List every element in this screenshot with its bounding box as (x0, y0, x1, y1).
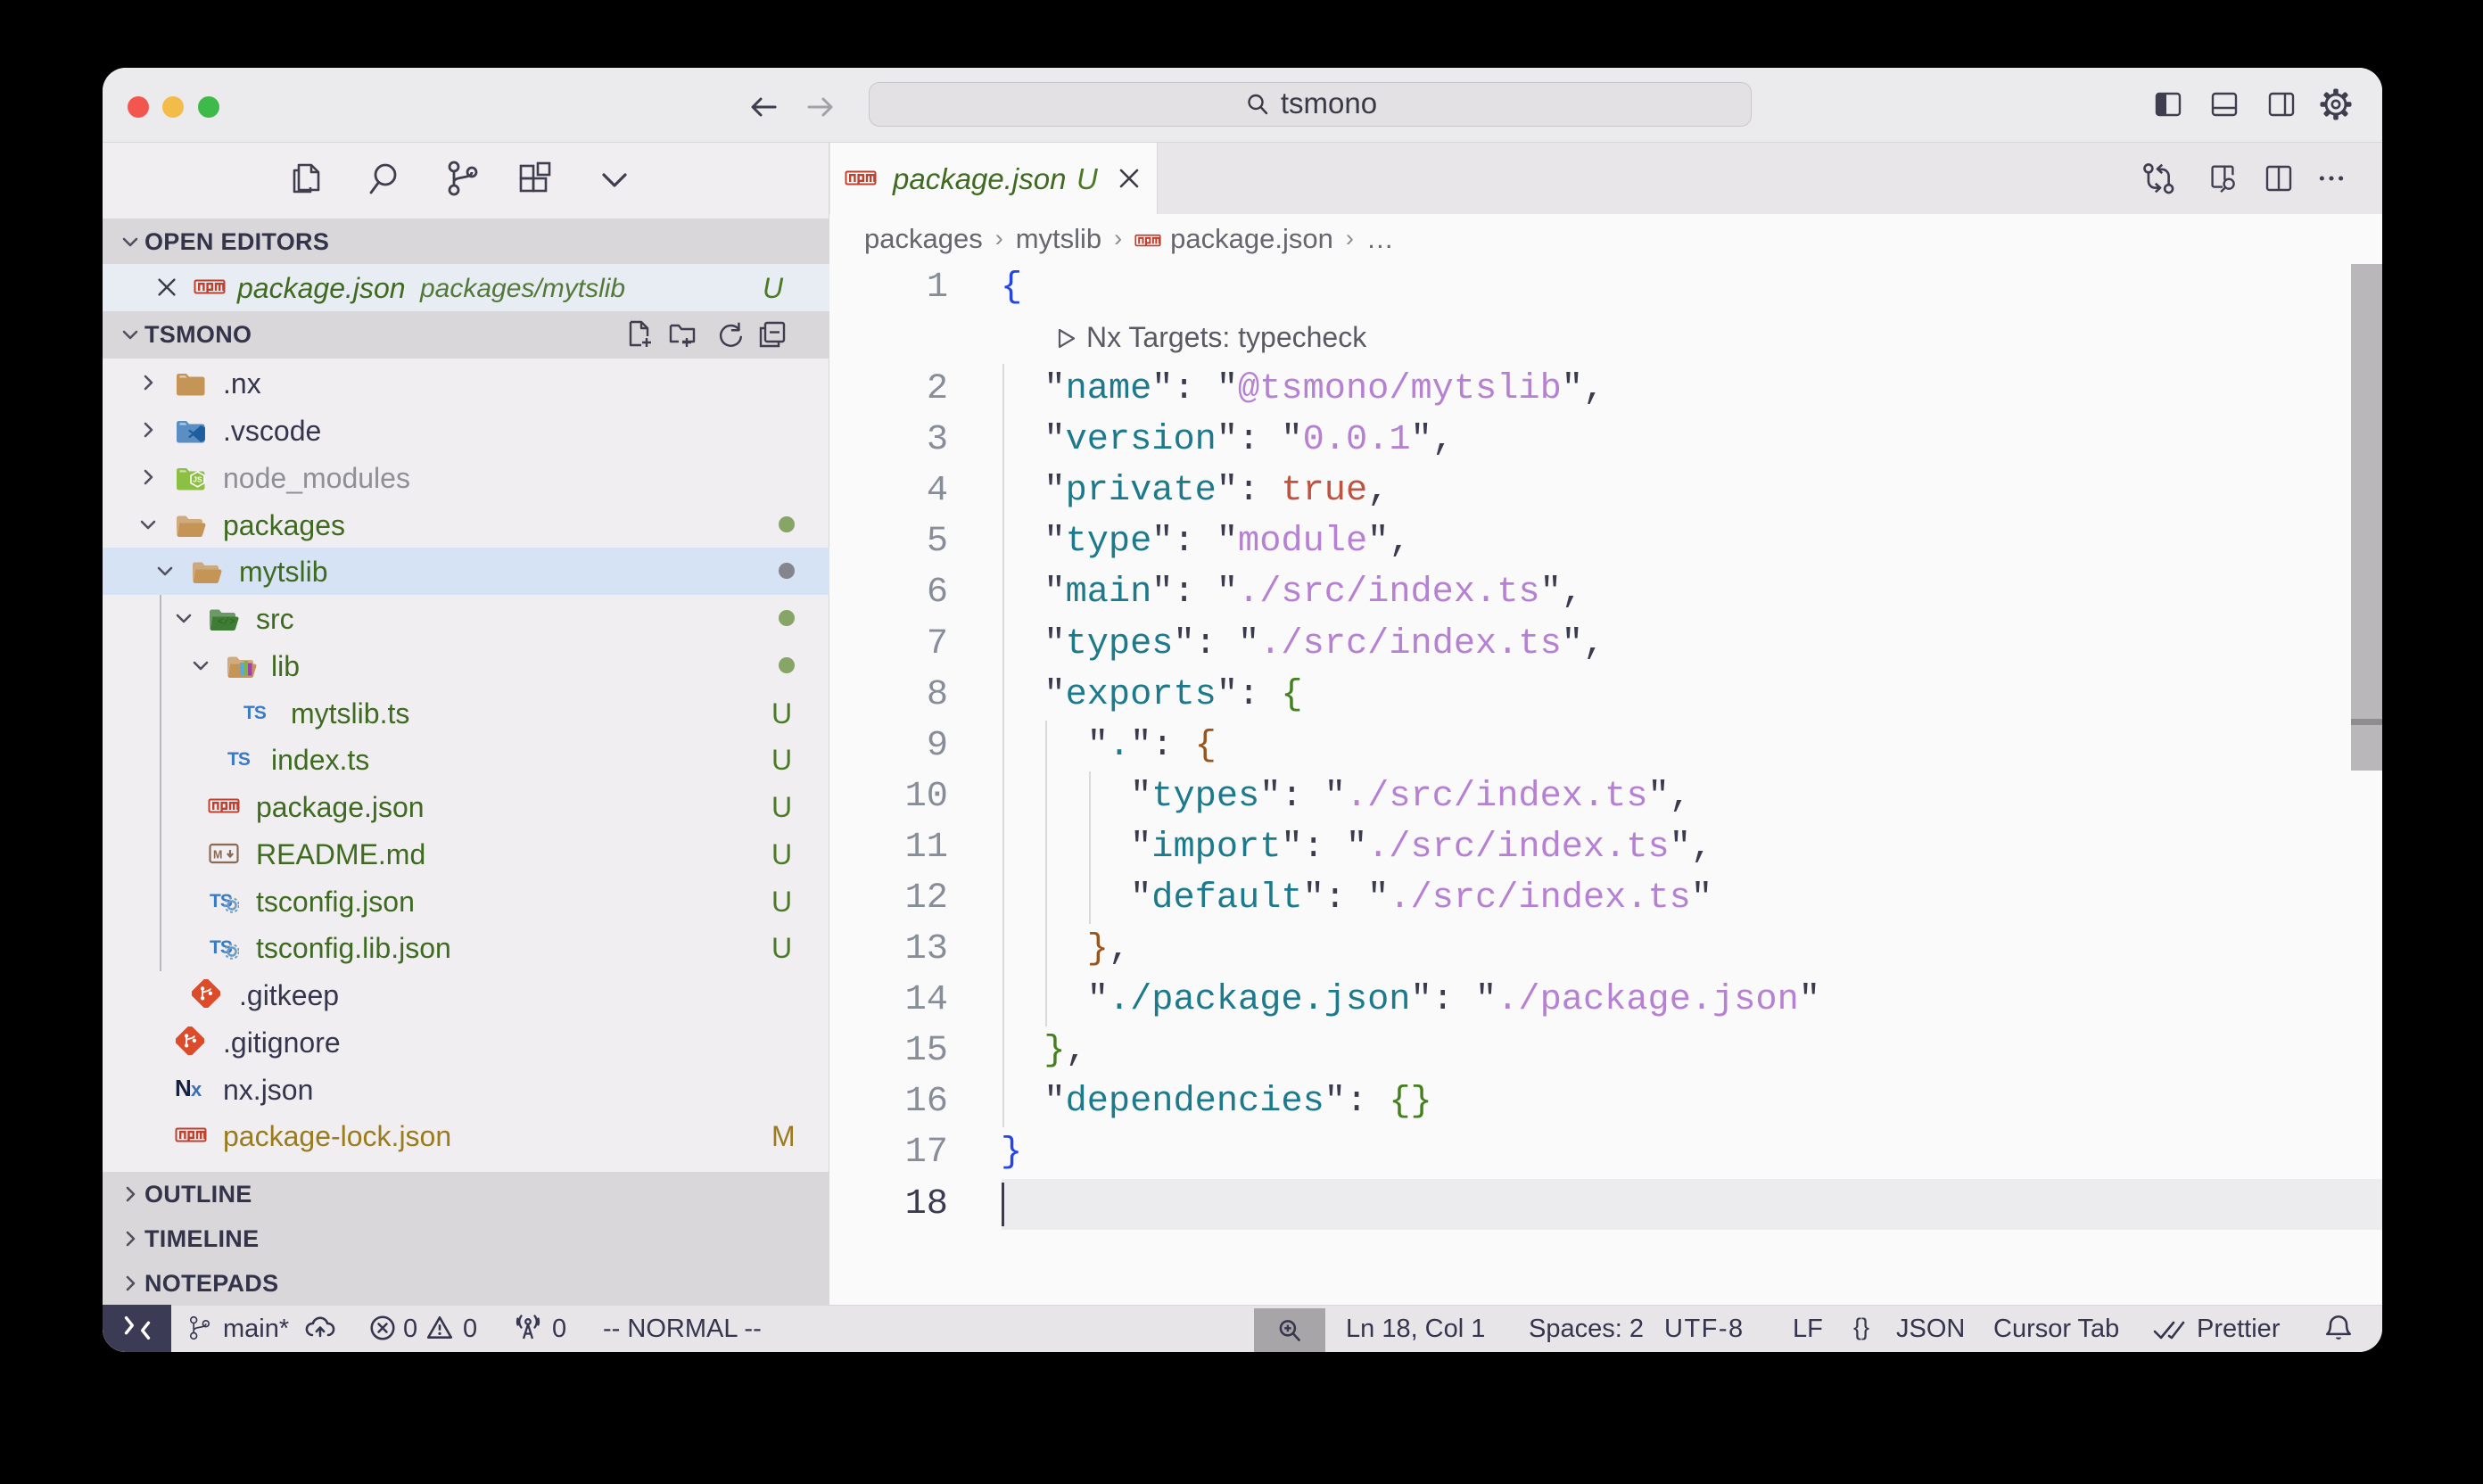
svg-text:JS: JS (193, 475, 202, 484)
svg-text:N: N (176, 1075, 191, 1101)
svg-text:TS: TS (243, 703, 267, 723)
svg-text:{}: {} (1853, 1315, 1869, 1340)
svg-text:M: M (213, 849, 222, 862)
svg-text:TS: TS (227, 749, 251, 770)
svg-text:x: x (191, 1078, 202, 1101)
svg-text:</>: </> (218, 617, 235, 628)
